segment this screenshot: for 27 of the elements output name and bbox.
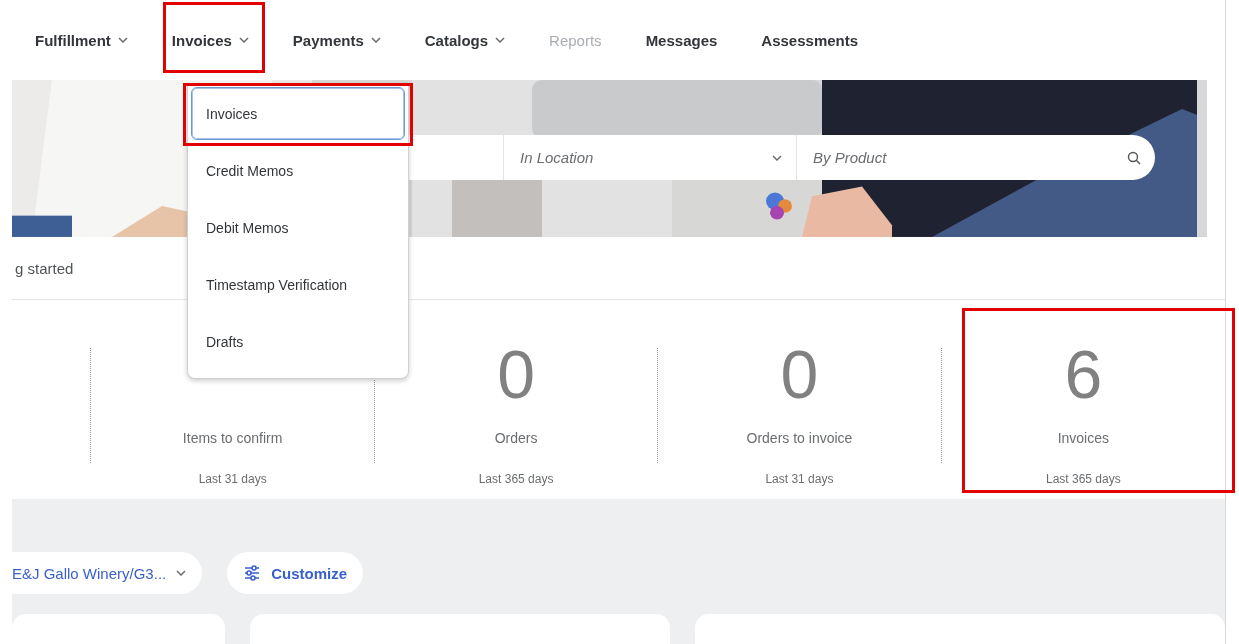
nav-tab[interactable]: Assessments <box>761 25 859 55</box>
location-field[interactable]: In Location <box>503 135 796 181</box>
product-search-field[interactable]: By Product <box>796 135 1155 181</box>
customize-button[interactable]: Customize <box>227 552 364 594</box>
nav-tab[interactable]: Catalogs <box>424 25 506 55</box>
nav-tab[interactable]: Payments <box>292 25 381 55</box>
stat-period: Last 31 days <box>765 472 834 487</box>
stat-label: Invoices <box>1057 430 1109 447</box>
menu-item[interactable]: Timestamp Verification <box>191 258 405 311</box>
menu-item[interactable]: Drafts <box>191 315 405 368</box>
stat-value: 6 <box>1064 335 1103 415</box>
menu-item[interactable]: Invoices <box>191 87 405 140</box>
section-title: g started <box>15 259 74 277</box>
stat-period: Last 365 days <box>478 472 554 487</box>
stat-label: Orders <box>494 430 538 447</box>
nav-tab[interactable]: Messages <box>645 25 718 55</box>
nav-tab[interactable]: Fulfillment <box>35 25 128 55</box>
stat-period: Last 365 days <box>1045 472 1121 487</box>
stat-period: Last 31 days <box>198 472 267 487</box>
stat-label: Orders to invoice <box>746 430 853 447</box>
customer-dropdown[interactable]: E&J Gallo Winery/G3... <box>12 552 203 594</box>
menu-item[interactable]: Credit Memos <box>191 144 405 197</box>
stat-value: 0 <box>497 335 535 415</box>
stat-label: Items to confirm <box>182 430 283 447</box>
stat-value: 0 <box>780 335 819 415</box>
nav-tab[interactable]: Invoices <box>171 25 249 55</box>
menu-item[interactable]: Debit Memos <box>191 201 405 254</box>
